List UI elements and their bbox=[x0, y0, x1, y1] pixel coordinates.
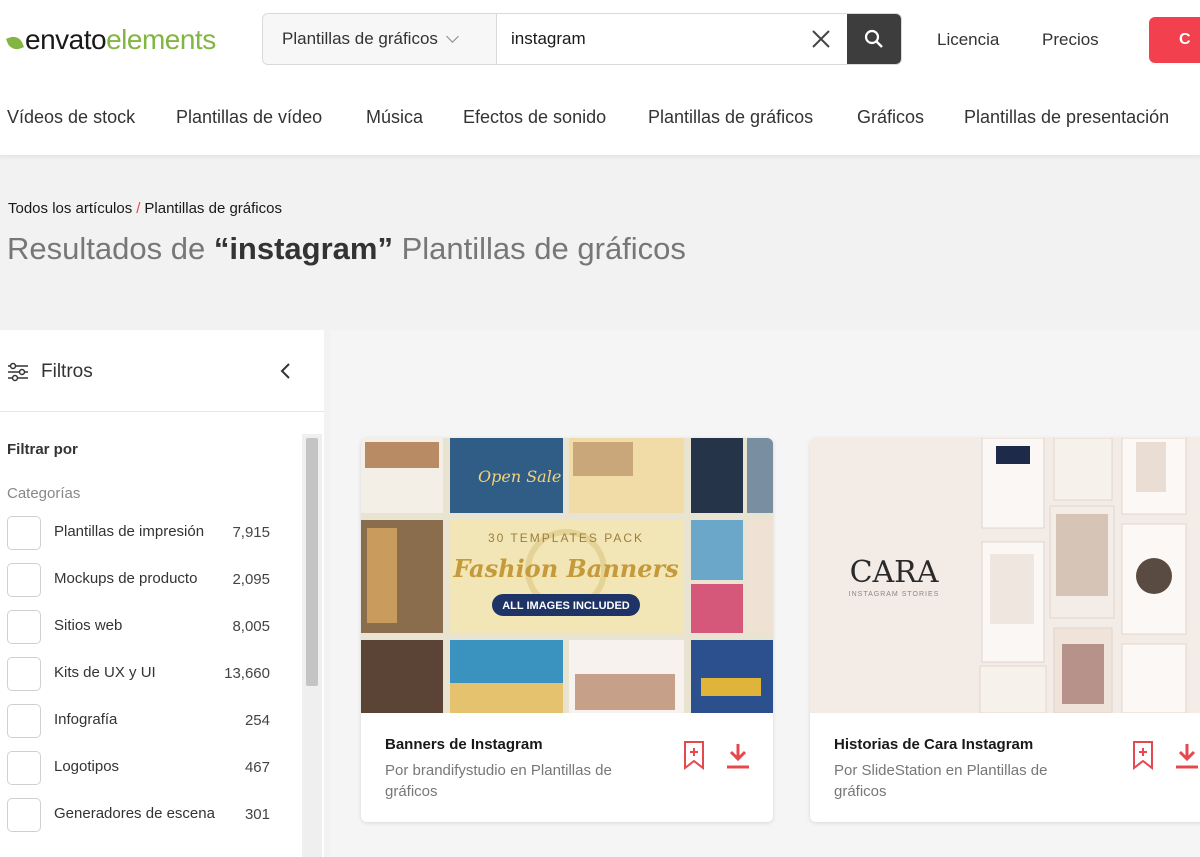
breadcrumb-current[interactable]: Plantillas de gráficos bbox=[144, 200, 282, 217]
result-author: Por SlideStation en Plantillas de gráfic… bbox=[834, 762, 1048, 800]
logo-text-envato: envato bbox=[25, 24, 107, 55]
result-author: Por brandifystudio en Plantillas de gráf… bbox=[385, 762, 612, 800]
filter-by-label: Filtrar por bbox=[7, 441, 78, 458]
category-count: 7,915 bbox=[232, 524, 270, 541]
category-count: 467 bbox=[244, 759, 270, 776]
nav-item-video-templates[interactable]: Plantillas de vídeo bbox=[176, 107, 322, 128]
result-card[interactable]: Open Sale 30 TEMPLATES PACK Fashion Bann… bbox=[361, 438, 773, 822]
search-button[interactable] bbox=[847, 14, 901, 64]
thumb-badge-text: ALL IMAGES INCLUDED bbox=[502, 600, 630, 612]
thumb-headline-text: Fashion Banners bbox=[452, 554, 679, 583]
chevron-left-icon[interactable] bbox=[276, 361, 296, 381]
category-count: 301 bbox=[244, 806, 270, 823]
category-name: Logotipos bbox=[54, 758, 120, 775]
checkbox[interactable] bbox=[7, 798, 41, 832]
category-checkbox-infographics[interactable]: Infografía 254 bbox=[7, 704, 272, 740]
license-link[interactable]: Licencia bbox=[937, 30, 999, 50]
breadcrumb: Todos los artículos / Plantillas de gráfic… bbox=[8, 200, 282, 217]
bookmark-icon[interactable] bbox=[1132, 740, 1154, 770]
category-count: 2,095 bbox=[232, 571, 270, 588]
leaf-logo-icon bbox=[6, 34, 24, 52]
download-icon[interactable] bbox=[725, 742, 751, 770]
cara-stories-preview-image: CARA INSTAGRAM STORIES bbox=[810, 438, 1200, 713]
result-thumbnail[interactable]: Open Sale 30 TEMPLATES PACK Fashion Bann… bbox=[361, 438, 773, 713]
download-icon[interactable] bbox=[1174, 742, 1200, 770]
category-checkbox-scene-generators[interactable]: Generadores de escena 301 bbox=[7, 798, 272, 834]
category-checkbox-print-templates[interactable]: Plantillas de impresión 7,915 bbox=[7, 516, 272, 552]
thumb-sale-text: Open Sale bbox=[478, 467, 561, 486]
filters-sidebar: Filtros Filtrar por Categorías Plantilla… bbox=[0, 330, 324, 857]
chevron-down-icon bbox=[446, 30, 459, 43]
result-thumbnail[interactable]: CARA INSTAGRAM STORIES bbox=[810, 438, 1200, 713]
filters-header: Filtros bbox=[0, 330, 324, 412]
fashion-banners-preview-image: Open Sale 30 TEMPLATES PACK Fashion Bann… bbox=[361, 438, 773, 713]
checkbox[interactable] bbox=[7, 657, 41, 691]
search-icon bbox=[864, 29, 883, 48]
category-count: 13,660 bbox=[224, 665, 270, 682]
category-name: Plantillas de impresión bbox=[54, 523, 205, 540]
nav-item-music[interactable]: Música bbox=[366, 107, 423, 128]
nav-item-sound-effects[interactable]: Efectos de sonido bbox=[463, 107, 606, 128]
search-category-label: Plantillas de gráficos bbox=[282, 29, 438, 48]
sidebar-scrollbar-thumb[interactable] bbox=[306, 438, 318, 686]
category-count: 8,005 bbox=[232, 618, 270, 635]
nav-item-graphic-templates[interactable]: Plantillas de gráficos bbox=[648, 107, 813, 128]
page-title: Resultados de “instagram” Plantillas de … bbox=[7, 231, 686, 267]
category-name: Generadores de escena bbox=[54, 805, 215, 822]
envato-logo[interactable]: envato elements bbox=[6, 22, 216, 58]
search-category-select[interactable]: Plantillas de gráficos bbox=[263, 14, 497, 64]
result-title[interactable]: Banners de Instagram bbox=[385, 736, 543, 753]
thumb-sub-text: INSTAGRAM STORIES bbox=[849, 591, 940, 598]
title-prefix: Resultados de bbox=[7, 231, 206, 266]
checkbox[interactable] bbox=[7, 751, 41, 785]
checkbox[interactable] bbox=[7, 704, 41, 738]
nav-item-stock-video[interactable]: Vídeos de stock bbox=[7, 107, 135, 128]
checkbox[interactable] bbox=[7, 563, 41, 597]
category-checkbox-logos[interactable]: Logotipos 467 bbox=[7, 751, 272, 787]
logo-text-elements: elements bbox=[106, 24, 216, 55]
category-checkbox-product-mockups[interactable]: Mockups de producto 2,095 bbox=[7, 563, 272, 599]
clear-search-button[interactable] bbox=[795, 14, 847, 64]
thumb-pack-text: 30 TEMPLATES PACK bbox=[488, 531, 644, 545]
breadcrumb-separator: / bbox=[136, 200, 141, 217]
cta-button[interactable]: C bbox=[1149, 17, 1200, 63]
title-suffix: Plantillas de gráficos bbox=[401, 231, 686, 266]
checkbox[interactable] bbox=[7, 610, 41, 644]
search-bar: Plantillas de gráficos bbox=[262, 13, 902, 65]
close-icon bbox=[812, 30, 830, 48]
category-checkbox-ux-ui-kits[interactable]: Kits de UX y UI 13,660 bbox=[7, 657, 272, 693]
bookmark-icon[interactable] bbox=[683, 740, 705, 770]
pricing-link[interactable]: Precios bbox=[1042, 30, 1099, 50]
result-card[interactable]: CARA INSTAGRAM STORIES Historias de Cara… bbox=[810, 438, 1200, 822]
nav-item-presentation-templates[interactable]: Plantillas de presentación bbox=[964, 107, 1169, 128]
filter-sliders-icon bbox=[8, 362, 28, 382]
category-name: Kits de UX y UI bbox=[54, 664, 156, 681]
checkbox[interactable] bbox=[7, 516, 41, 550]
categories-label: Categorías bbox=[7, 485, 81, 502]
nav-item-graphics[interactable]: Gráficos bbox=[857, 107, 924, 128]
thumb-brand-text: CARA bbox=[850, 555, 939, 590]
result-title[interactable]: Historias de Cara Instagram bbox=[834, 736, 1033, 753]
category-name: Sitios web bbox=[54, 617, 123, 634]
search-input[interactable] bbox=[497, 14, 795, 64]
category-name: Mockups de producto bbox=[54, 570, 198, 587]
category-name: Infografía bbox=[54, 711, 118, 728]
filters-title: Filtros bbox=[41, 361, 93, 382]
breadcrumb-root[interactable]: Todos los artículos bbox=[8, 200, 132, 217]
category-checkbox-websites[interactable]: Sitios web 8,005 bbox=[7, 610, 272, 646]
site-header: envato elements Plantillas de gráficos L… bbox=[0, 0, 1200, 82]
category-count: 254 bbox=[244, 712, 270, 729]
category-nav: Vídeos de stock Plantillas de vídeo Músi… bbox=[0, 82, 1200, 156]
title-query: “instagram” bbox=[213, 231, 393, 266]
